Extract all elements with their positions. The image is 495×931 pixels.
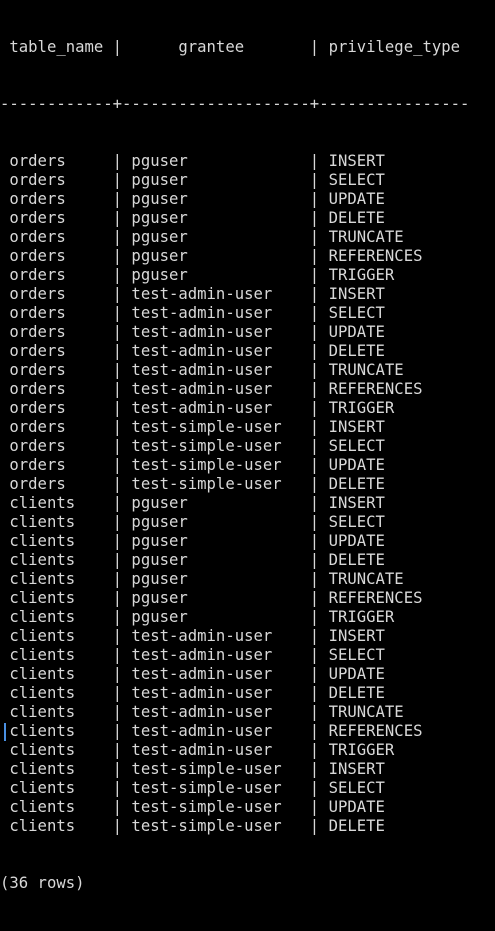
terminal-window[interactable]: table_name | grantee | privilege_type --… bbox=[0, 0, 495, 892]
table-row: clients | test-admin-user | INSERT bbox=[0, 627, 385, 645]
table-row: orders | test-simple-user | SELECT bbox=[0, 437, 385, 455]
table-row: clients | pguser | DELETE bbox=[0, 551, 385, 569]
table-row: clients | test-admin-user | DELETE bbox=[0, 684, 385, 702]
table-row: orders | test-admin-user | INSERT bbox=[0, 285, 385, 303]
table-row: clients | test-admin-user | UPDATE bbox=[0, 665, 385, 683]
table-row: orders | test-admin-user | SELECT bbox=[0, 304, 385, 322]
table-header: table_name | grantee | privilege_type bbox=[0, 38, 470, 56]
table-row: orders | pguser | TRIGGER bbox=[0, 266, 395, 284]
text-cursor bbox=[4, 723, 6, 741]
table-row: orders | test-admin-user | TRUNCATE bbox=[0, 361, 404, 379]
row-count: (36 rows) bbox=[0, 874, 85, 892]
table-row: clients | test-admin-user | SELECT bbox=[0, 646, 385, 664]
table-separator: ------------+--------------------+------… bbox=[0, 95, 470, 113]
table-row: clients | pguser | INSERT bbox=[0, 494, 385, 512]
table-row: clients | test-simple-user | DELETE bbox=[0, 817, 385, 835]
table-row: orders | pguser | TRUNCATE bbox=[0, 228, 404, 246]
table-row: orders | pguser | UPDATE bbox=[0, 190, 385, 208]
table-row: orders | test-simple-user | DELETE bbox=[0, 475, 385, 493]
table-rows: orders | pguser | INSERT orders | pguser… bbox=[0, 152, 495, 836]
table-row: orders | test-admin-user | REFERENCES bbox=[0, 380, 423, 398]
table-row: clients | test-admin-user | TRUNCATE bbox=[0, 703, 404, 721]
table-row: orders | test-admin-user | DELETE bbox=[0, 342, 385, 360]
table-row: orders | test-admin-user | UPDATE bbox=[0, 323, 385, 341]
table-row: orders | pguser | REFERENCES bbox=[0, 247, 423, 265]
table-row: orders | pguser | DELETE bbox=[0, 209, 385, 227]
table-row: clients | pguser | TRUNCATE bbox=[0, 570, 404, 588]
table-row: clients | pguser | TRIGGER bbox=[0, 608, 395, 626]
table-row: orders | test-simple-user | INSERT bbox=[0, 418, 385, 436]
table-row: orders | pguser | INSERT bbox=[0, 152, 385, 170]
table-row: clients | test-simple-user | SELECT bbox=[0, 779, 385, 797]
table-row: clients | pguser | REFERENCES bbox=[0, 589, 423, 607]
table-row: clients | test-simple-user | INSERT bbox=[0, 760, 385, 778]
table-row: clients | pguser | SELECT bbox=[0, 513, 385, 531]
table-row: clients | test-admin-user | TRIGGER bbox=[0, 741, 395, 759]
table-row: clients | pguser | UPDATE bbox=[0, 532, 385, 550]
table-row: orders | test-simple-user | UPDATE bbox=[0, 456, 385, 474]
table-row: orders | pguser | SELECT bbox=[0, 171, 385, 189]
table-row: orders | test-admin-user | TRIGGER bbox=[0, 399, 395, 417]
table-row: clients | test-simple-user | UPDATE bbox=[0, 798, 385, 816]
table-row: clients | test-admin-user | REFERENCES bbox=[0, 722, 423, 740]
